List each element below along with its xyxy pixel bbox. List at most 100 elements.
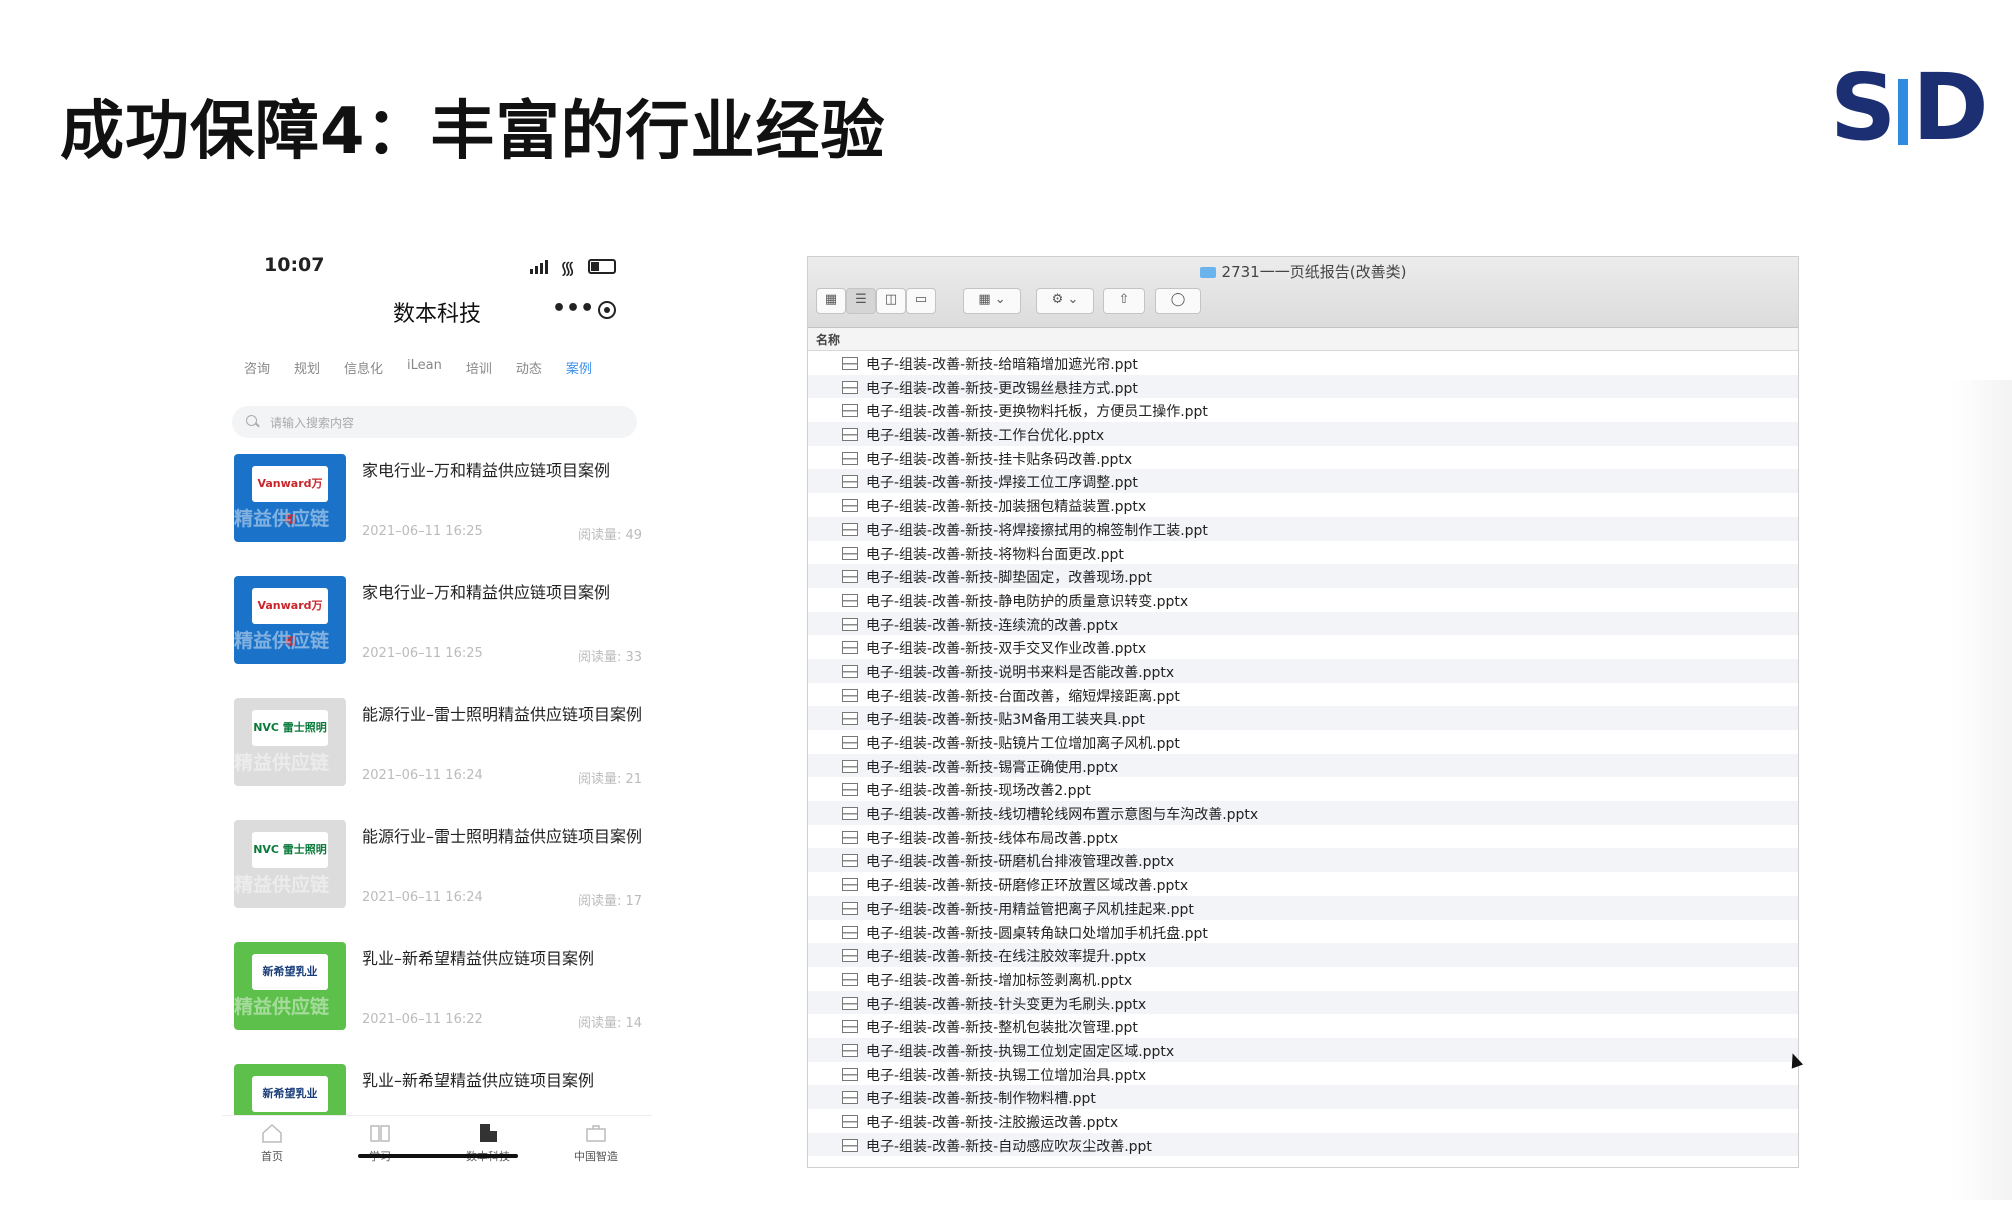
file-row[interactable]: 电子-组装-改善-新技-自动感应吹灰尘改善.ppt (808, 1132, 1798, 1157)
tab-cases[interactable]: 案例 (566, 358, 592, 377)
file-row[interactable]: 电子-组装-改善-新技-执锡工位划定固定区域.pptx (808, 1037, 1798, 1062)
ppt-file-icon (842, 570, 858, 584)
case-card[interactable]: Vanward万和 精益供应链 家电行业–万和精益供应链项目案例 2021–06… (234, 576, 644, 686)
tabbar-home[interactable]: 首页 (232, 1122, 312, 1164)
slide-title: 成功保障4：丰富的行业经验 (60, 95, 886, 169)
file-row[interactable]: 电子-组装-改善-新技-线体布局改善.pptx (808, 825, 1798, 849)
file-name: 电子-组装-改善-新技-自动感应吹灰尘改善.ppt (866, 1138, 1152, 1155)
file-name: 电子-组装-改善-新技-锡膏正确使用.pptx (866, 759, 1119, 776)
file-row[interactable]: 电子-组装-改善-新技-双手交叉作业改善.pptx (808, 635, 1798, 659)
file-row[interactable]: 电子-组装-改善-新技-线切槽轮线网布置示意图与车沟改善.pptx (808, 801, 1798, 825)
battery-icon (588, 259, 616, 274)
ppt-file-icon (842, 949, 858, 963)
file-row[interactable]: 电子-组装-改善-新技-圆桌转角缺口处增加手机托盘.ppt (808, 920, 1798, 944)
case-title: 乳业–新希望精益供应链项目案例 (362, 949, 595, 968)
search-input[interactable]: 请输入搜索内容 (270, 414, 354, 431)
view-list-button[interactable]: ☰ (846, 288, 876, 314)
case-logo: Vanward万和 (252, 588, 328, 648)
file-row[interactable]: 电子-组装-改善-新技-现场改善2.ppt (808, 777, 1798, 801)
file-row[interactable]: 电子-组装-改善-新技-更改锡丝悬挂方式.ppt (808, 374, 1798, 399)
file-row[interactable]: 电子-组装-改善-新技-研磨机台排液管理改善.pptx (808, 848, 1798, 873)
file-row[interactable]: 电子-组装-改善-新技-注胶搬运改善.pptx (808, 1109, 1798, 1133)
ppt-file-icon (842, 404, 858, 418)
file-row[interactable]: 电子-组装-改善-新技-在线注胶效率提升.pptx (808, 943, 1798, 967)
file-row[interactable]: 电子-组装-改善-新技-焊接工位工序调整.ppt (808, 469, 1798, 494)
gear-icon[interactable]: ⚙ ⌄ (1036, 288, 1094, 314)
mini-program-capsule[interactable]: ••• (538, 290, 634, 330)
tab-consult[interactable]: 咨询 (244, 358, 270, 377)
file-row[interactable]: 电子-组装-改善-新技-连续流的改善.pptx (808, 611, 1798, 636)
file-row[interactable]: 电子-组装-改善-新技-静电防护的质量意识转变.pptx (808, 588, 1798, 612)
file-name: 电子-组装-改善-新技-静电防护的质量意识转变.pptx (866, 593, 1189, 610)
ppt-file-icon (842, 712, 858, 726)
thumbnail-watermark: 精益供应链 (234, 996, 330, 1018)
file-row[interactable]: 电子-组装-改善-新技-给暗箱增加遮光帘.ppt (808, 351, 1798, 375)
view-icons-button[interactable]: ▦ (816, 288, 846, 314)
home-indicator (358, 1154, 518, 1158)
file-row[interactable]: 电子-组装-改善-新技-加装捆包精益装置.pptx (808, 493, 1798, 517)
file-row[interactable]: 电子-组装-改善-新技-研磨修正环放置区域改善.pptx (808, 872, 1798, 896)
case-reads: 阅读量: 49 (577, 528, 642, 543)
file-row[interactable]: 电子-组装-改善-新技-工作台优化.pptx (808, 422, 1798, 446)
file-name: 电子-组装-改善-新技-将焊接擦拭用的棉签制作工装.ppt (866, 522, 1208, 539)
file-row[interactable]: 电子-组装-改善-新技-整机包装批次管理.ppt (808, 1014, 1798, 1038)
file-row[interactable]: 电子-组装-改善-新技-说明书来料是否能改善.pptx (808, 658, 1798, 683)
bottom-tabbar: 首页 学习 数本科技 中国智造 (222, 1115, 652, 1175)
search-bar[interactable]: 请输入搜索内容 (232, 406, 637, 438)
file-row[interactable]: 电子-组装-改善-新技-锡膏正确使用.pptx (808, 753, 1798, 778)
case-logo: 新希望乳业 (252, 1076, 328, 1112)
file-name: 电子-组装-改善-新技-执锡工位增加治具.pptx (866, 1067, 1147, 1084)
case-card[interactable]: NVC 雷士照明 精益供应链 能源行业–雷士照明精益供应链项目案例 2021–0… (234, 820, 644, 930)
tab-training[interactable]: 培训 (466, 358, 492, 377)
file-row[interactable]: 电子-组装-改善-新技-脚垫固定，改善现场.ppt (808, 564, 1798, 588)
thumbnail-watermark: 精益供应链 (234, 630, 330, 652)
tab-plan[interactable]: 规划 (294, 358, 320, 377)
case-reads: 阅读量: 21 (577, 772, 642, 787)
case-title: 家电行业–万和精益供应链项目案例 (362, 583, 611, 602)
file-name: 电子-组装-改善-新技-挂卡贴条码改善.pptx (866, 451, 1133, 468)
file-row[interactable]: 电子-组装-改善-新技-贴镜片工位增加离子风机.ppt (808, 730, 1798, 754)
case-card[interactable]: 新希望乳业 精益供应链 乳业–新希望精益供应链项目案例 2021–06–11 1… (234, 942, 644, 1052)
file-row[interactable]: 电子-组装-改善-新技-更换物料托板，方便员工操作.ppt (808, 398, 1798, 422)
phone-screenshot: 10:07 ᯾ 数本科技 ••• 咨询 规划 信息化 iLean 培训 动态 案… (222, 240, 652, 1175)
case-card[interactable]: Vanward万和 精益供应链 家电行业–万和精益供应链项目案例 2021–06… (234, 454, 644, 564)
more-icon[interactable]: ••• (552, 296, 594, 321)
ppt-file-icon (842, 664, 858, 678)
case-card[interactable]: NVC 雷士照明 精益供应链 能源行业–雷士照明精益供应链项目案例 2021–0… (234, 698, 644, 808)
group-button[interactable]: ▦ ⌄ (963, 288, 1021, 314)
file-row[interactable]: 电子-组装-改善-新技-用精益管把离子风机挂起来.ppt (808, 895, 1798, 920)
file-row[interactable]: 电子-组装-改善-新技-执锡工位增加治具.pptx (808, 1062, 1798, 1086)
column-header[interactable]: 名称 (808, 328, 1798, 351)
view-columns-button[interactable]: ◫ (876, 288, 906, 314)
file-row[interactable]: 电子-组装-改善-新技-增加标签剥离机.pptx (808, 967, 1798, 991)
home-icon (262, 1123, 282, 1143)
file-row[interactable]: 电子-组装-改善-新技-台面改善，缩短焊接距离.ppt (808, 683, 1798, 707)
case-thumbnail: NVC 雷士照明 精益供应链 (234, 698, 346, 786)
file-row[interactable]: 电子-组装-改善-新技-针头变更为毛刷头.pptx (808, 990, 1798, 1015)
share-icon[interactable]: ⇧ (1103, 288, 1145, 314)
ppt-file-icon (842, 783, 858, 797)
tab-news[interactable]: 动态 (516, 358, 542, 377)
tabbar-made-in-china[interactable]: 中国智造 (556, 1122, 636, 1164)
tab-ilean[interactable]: iLean (407, 358, 442, 377)
view-gallery-button[interactable]: ▭ (906, 288, 936, 314)
tab-it[interactable]: 信息化 (344, 358, 383, 377)
thumbnail-watermark: 精益供应链 (234, 752, 330, 774)
close-target-icon[interactable] (598, 301, 616, 319)
ppt-file-icon (842, 759, 858, 773)
file-name: 电子-组装-改善-新技-制作物料槽.ppt (866, 1091, 1096, 1108)
file-name: 电子-组装-改善-新技-研磨机台排液管理改善.pptx (866, 854, 1175, 871)
edge-shadow (1952, 380, 2012, 1200)
file-row[interactable]: 电子-组装-改善-新技-制作物料槽.ppt (808, 1085, 1798, 1109)
file-row[interactable]: 电子-组装-改善-新技-将物料台面更改.ppt (808, 541, 1798, 565)
briefcase-icon (586, 1125, 606, 1142)
tag-icon[interactable]: ◯ (1155, 288, 1201, 314)
tabbar-label: 首页 (261, 1150, 283, 1163)
file-row[interactable]: 电子-组装-改善-新技-贴3M备用工装夹具.ppt (808, 706, 1798, 730)
ppt-file-icon (842, 357, 858, 370)
file-name: 电子-组装-改善-新技-加装捆包精益装置.pptx (866, 499, 1147, 516)
file-row[interactable]: 电子-组装-改善-新技-将焊接擦拭用的棉签制作工装.ppt (808, 516, 1798, 541)
file-row[interactable]: 电子-组装-改善-新技-挂卡贴条码改善.pptx (808, 446, 1798, 470)
ppt-file-icon (842, 428, 858, 442)
ppt-file-icon (842, 1115, 858, 1128)
